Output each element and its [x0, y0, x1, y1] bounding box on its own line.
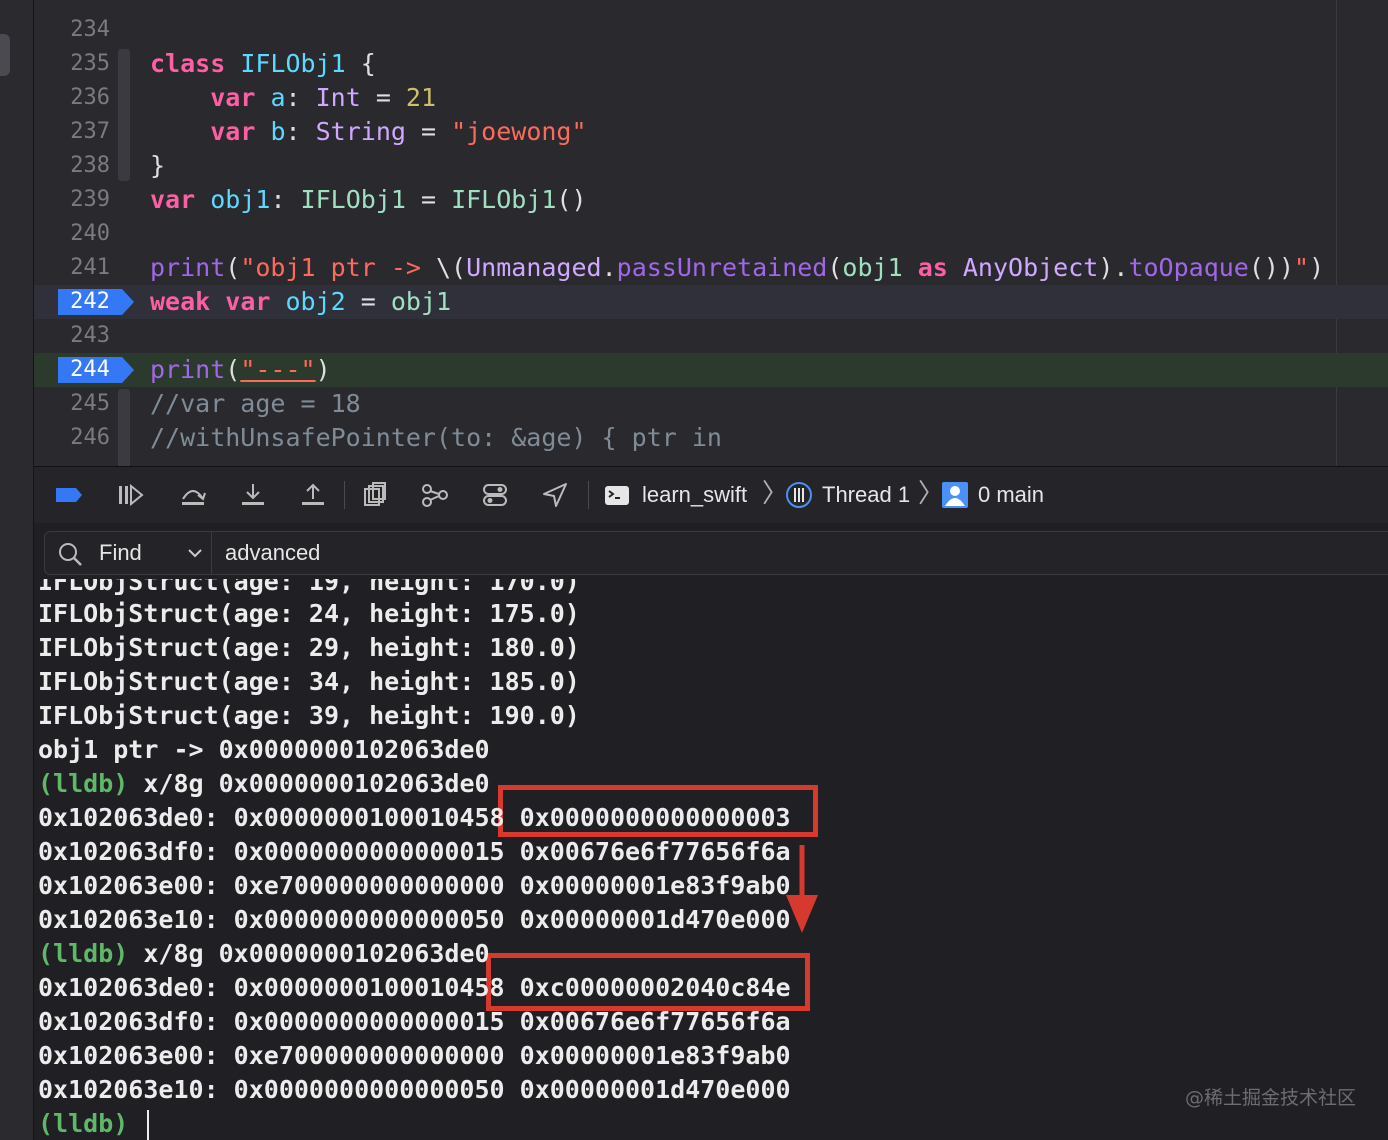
- console-output-line: 0x102063df0: 0x0000000000000015 0x00676e…: [38, 1007, 791, 1036]
- line-number: 235: [70, 51, 110, 76]
- breakpoints-toggle-icon[interactable]: [54, 481, 84, 509]
- code-text: var b: String = "joewong": [210, 117, 587, 146]
- console-output-line: 0x102063de0: 0x0000000100010458 0x000000…: [38, 803, 791, 832]
- code-text: //withUnsafePointer(to: &age) { ptr in: [150, 423, 722, 452]
- code-editor[interactable]: 234 235 class IFLObj1 { 236 var a: Int = 21…: [34, 0, 1388, 466]
- lldb-prompt: (lldb): [38, 769, 129, 798]
- code-line[interactable]: 238}: [34, 149, 1388, 183]
- step-over-icon[interactable]: [178, 481, 208, 509]
- line-number: 246: [70, 425, 110, 450]
- find-field[interactable]: Find: [44, 531, 1388, 575]
- breadcrumb-frame[interactable]: 0 main: [978, 479, 1044, 511]
- text-cursor: [147, 1110, 150, 1140]
- console-command-line: (lldb) x/8g 0x0000000102063de0: [38, 769, 490, 798]
- code-text: weak var obj2 = obj1: [150, 287, 452, 316]
- line-number: 243: [70, 323, 110, 348]
- console-output-line: 0x102063df0: 0x0000000000000015 0x00676e…: [38, 837, 791, 866]
- code-text: //var age = 18: [150, 389, 361, 418]
- code-text: print("---"): [150, 355, 331, 384]
- console-output-line: IFLObjStruct(age: 39, height: 190.0): [38, 701, 580, 730]
- code-fold-ribbon[interactable]: [118, 49, 130, 181]
- terminal-app-icon: [605, 486, 629, 505]
- code-line[interactable]: 242 weak var obj2 = obj1: [34, 285, 1388, 319]
- lldb-prompt: (lldb): [38, 1109, 129, 1138]
- line-number: 237: [70, 119, 110, 144]
- breadcrumb-scheme[interactable]: learn_swift: [642, 479, 747, 511]
- step-out-icon[interactable]: [298, 481, 328, 509]
- code-text: print("obj1 ptr -> \(Unmanaged.passUnret…: [150, 253, 1325, 282]
- console-output-line: 0x102063e00: 0xe700000000000000 0x000000…: [38, 871, 791, 900]
- code-line[interactable]: 239 var obj1: IFLObj1 = IFLObj1(): [34, 183, 1388, 217]
- code-line[interactable]: 240: [34, 217, 1388, 251]
- line-number: 236: [70, 85, 110, 110]
- watermark: @稀土掘金技术社区: [1184, 1087, 1356, 1109]
- search-icon: [59, 543, 82, 566]
- line-number: 239: [70, 187, 110, 212]
- line-number: 242: [70, 289, 110, 314]
- code-text: var obj1: IFLObj1 = IFLObj1(): [150, 185, 587, 214]
- panel-handle[interactable]: [0, 34, 10, 76]
- view-hierarchy-icon[interactable]: [360, 481, 390, 509]
- lldb-prompt: (lldb): [38, 939, 129, 968]
- simulate-location-icon[interactable]: [540, 481, 570, 509]
- code-text: class IFLObj1 {: [150, 49, 376, 78]
- line-number: 244: [70, 357, 110, 382]
- code-line[interactable]: 235 class IFLObj1 {: [34, 47, 1388, 81]
- find-input[interactable]: [225, 532, 1125, 574]
- memory-graph-icon[interactable]: [420, 481, 450, 509]
- console-output-line: 0x102063e00: 0xe700000000000000 0x000000…: [38, 1041, 791, 1070]
- line-number: 241: [70, 255, 110, 280]
- code-line[interactable]: 237 var b: String = "joewong": [34, 115, 1388, 149]
- line-number: 245: [70, 391, 110, 416]
- code-line[interactable]: 243: [34, 319, 1388, 353]
- code-line[interactable]: 244 print("---"): [34, 353, 1388, 387]
- debug-toolbar: learn_swift 〉 Thread 1 〉 0 main: [34, 466, 1388, 524]
- console-output-line: IFLObjStruct(age: 24, height: 175.0): [38, 599, 580, 628]
- left-gutter-strip: [0, 0, 34, 1140]
- breakpoint-marker[interactable]: 244: [58, 355, 138, 385]
- environment-overrides-icon[interactable]: [480, 481, 510, 509]
- line-number: 238: [70, 153, 110, 178]
- console-find-bar: Find: [34, 523, 1388, 579]
- code-line[interactable]: 236 var a: Int = 21: [34, 81, 1388, 115]
- thread-icon: [786, 482, 812, 508]
- step-into-icon[interactable]: [238, 481, 268, 509]
- console-output-line: obj1 ptr -> 0x0000000102063de0: [38, 735, 490, 764]
- line-number: 240: [70, 221, 110, 246]
- code-text: }: [150, 151, 166, 180]
- stack-frame-user-icon: [942, 482, 968, 508]
- breakpoint-marker[interactable]: 242: [58, 287, 138, 317]
- console-command-line: (lldb): [38, 1107, 150, 1140]
- console-line-partial: IFLObjStruct(age: 19, height: 170.0): [38, 579, 580, 596]
- code-line[interactable]: 246 //withUnsafePointer(to: &age) { ptr i…: [34, 421, 1388, 455]
- code-fold-ribbon[interactable]: [118, 389, 130, 466]
- console-output-line: 0x102063de0: 0x0000000100010458 0xc00000…: [38, 973, 791, 1002]
- line-number: 234: [70, 17, 110, 42]
- code-line[interactable]: 234: [34, 13, 1388, 47]
- code-text: var a: Int = 21: [210, 83, 437, 112]
- chevron-down-icon[interactable]: [187, 547, 203, 559]
- console-output-line: IFLObjStruct(age: 34, height: 185.0): [38, 667, 580, 696]
- breadcrumb-thread[interactable]: Thread 1: [822, 479, 910, 511]
- find-mode-label[interactable]: Find: [99, 532, 142, 574]
- debug-console[interactable]: IFLObjStruct(age: 19, height: 170.0) IFL…: [34, 579, 1388, 1140]
- console-output-line: 0x102063e10: 0x0000000000000050 0x000000…: [38, 1075, 791, 1104]
- console-output-line: IFLObjStruct(age: 29, height: 180.0): [38, 633, 580, 662]
- code-line[interactable]: 245 //var age = 18: [34, 387, 1388, 421]
- code-line[interactable]: 241 print("obj1 ptr -> \(Unmanaged.passUn…: [34, 251, 1388, 285]
- continue-icon[interactable]: [116, 481, 146, 509]
- console-command-line: (lldb) x/8g 0x0000000102063de0: [38, 939, 490, 968]
- console-output-line: 0x102063e10: 0x0000000000000050 0x000000…: [38, 905, 791, 934]
